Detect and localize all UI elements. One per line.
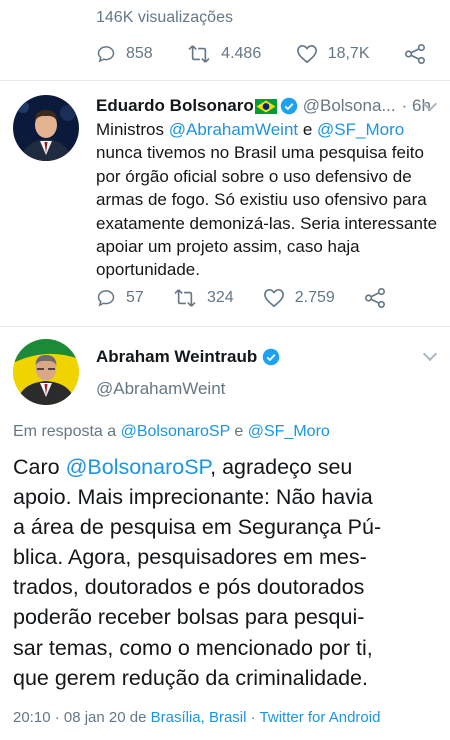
like-action[interactable]: 18,7K: [296, 44, 370, 64]
text-line: armas de fogo. Só existiu uso ofensivo p…: [96, 190, 427, 210]
retweet-count: 4.486: [221, 45, 262, 62]
text-line: apoio. Mais imprecionante: Não havia: [13, 485, 373, 510]
meta-separator: ·: [246, 709, 260, 726]
tweet-meta: 20:10 · 08 jan 20 de Brasília, Brasil · …: [13, 709, 380, 726]
reply-count: 57: [126, 289, 144, 306]
mention-link[interactable]: @SF_Moro: [248, 423, 330, 440]
reply-prefix: Em resposta a: [13, 423, 121, 440]
author-name[interactable]: Abraham Weintraub: [96, 347, 257, 367]
in-reply-to: Em resposta a @BolsonaroSP e @SF_Moro: [13, 423, 330, 441]
main-tweet-text: Caro @BolsonaroSP, agradeço seu apoio. M…: [13, 452, 443, 693]
reply-action[interactable]: 57: [96, 288, 144, 308]
author-handle[interactable]: @Bolsona...: [303, 96, 396, 116]
like-count: 18,7K: [327, 45, 370, 62]
text-suffix: , agradeço seu: [210, 455, 353, 479]
text-line: nunca tivemos no Brasil uma pesquisa fei…: [96, 143, 424, 163]
text-line: que gerem redução da criminalidade.: [13, 665, 368, 690]
top-tweet-actions: 858 4.486 18,7K: [96, 43, 426, 65]
text-line: a área de pesquisa em Segurança Pú-: [13, 515, 382, 540]
share-action[interactable]: [364, 287, 386, 309]
retweet-count: 324: [206, 289, 234, 306]
mention-link[interactable]: @BolsonaroSP: [66, 455, 211, 479]
text-line: sar temas, como o mencionado por ti,: [13, 635, 373, 660]
text-line: por órgão oficial sobre o uso defensivo …: [96, 166, 412, 186]
reply-count: 858: [126, 45, 153, 62]
reply-tweet-header: Eduardo Bolsonaro @Bolsona... · 6h: [96, 96, 436, 116]
verified-badge-icon: [280, 97, 297, 115]
client-link[interactable]: Twitter for Android: [260, 709, 381, 726]
author-name[interactable]: Eduardo Bolsonaro: [96, 96, 254, 116]
reply-icon: [97, 290, 115, 307]
text-and: e: [298, 120, 318, 139]
share-icon: [404, 44, 425, 64]
heart-icon: [296, 44, 317, 64]
retweet-action[interactable]: 324: [173, 288, 234, 308]
avatar-eduardo[interactable]: [13, 95, 79, 161]
retweet-icon: [174, 289, 196, 307]
mention-link[interactable]: @AbrahamWeint: [169, 120, 298, 139]
location-link[interactable]: Brasília, Brasil: [151, 709, 247, 726]
brazil-flag-icon: [254, 98, 277, 114]
divider: [0, 326, 450, 327]
view-count: 146K visualizações: [96, 9, 233, 26]
chevron-down-icon[interactable]: [422, 346, 438, 362]
text-line: oportunidade.: [96, 260, 200, 280]
reply-and: e: [229, 423, 248, 440]
mention-link[interactable]: @SF_Moro: [317, 120, 404, 139]
divider: [0, 80, 450, 81]
text-line: trados, doutorados e pós doutorados: [13, 575, 365, 600]
mention-link[interactable]: @BolsonaroSP: [121, 423, 230, 440]
like-count: 2.759: [294, 289, 335, 306]
avatar-abraham[interactable]: [13, 339, 79, 405]
text-line: poderão receber bolsas para pesqui-: [13, 605, 365, 630]
reply-icon: [97, 46, 115, 63]
main-tweet-header: Abraham Weintraub: [96, 347, 280, 367]
text-line: apoiar um projeto assim, caso haja: [96, 237, 360, 257]
share-action[interactable]: [404, 43, 426, 65]
author-handle[interactable]: @AbrahamWeint: [96, 379, 225, 399]
text-prefix: Ministros: [96, 120, 169, 139]
text-prefix: Caro: [13, 455, 66, 479]
reply-tweet-text: Ministros @AbrahamWeint e @SF_Moro nunca…: [96, 118, 441, 282]
verified-badge-icon: [262, 348, 280, 366]
like-action[interactable]: 2.759: [263, 288, 335, 308]
heart-icon: [263, 288, 284, 308]
reply-tweet-actions: 57 324 2.759: [96, 287, 386, 309]
retweet-action[interactable]: 4.486: [187, 44, 261, 64]
retweet-icon: [188, 45, 210, 63]
share-icon: [364, 288, 385, 308]
timestamp: 20:10 · 08 jan 20 de: [13, 709, 151, 726]
text-line: blica. Agora, pesquisadores em mes-: [13, 545, 367, 570]
reply-action[interactable]: 858: [96, 44, 153, 64]
text-line: exatamente demonizá-las. Seria interessa…: [96, 213, 438, 233]
